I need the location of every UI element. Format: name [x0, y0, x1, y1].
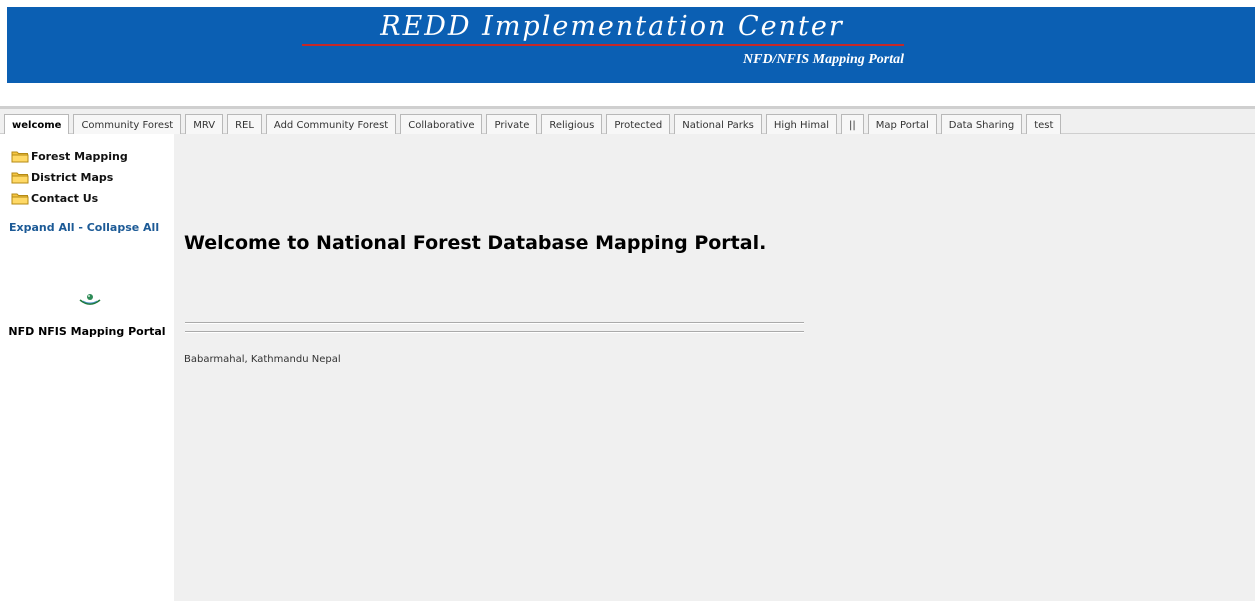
- tab-national-parks[interactable]: National Parks: [674, 114, 762, 135]
- sidebar-item-label: Contact Us: [31, 192, 99, 205]
- tab-rel[interactable]: REL: [227, 114, 262, 135]
- tab-map-portal[interactable]: Map Portal: [867, 114, 937, 135]
- collapse-all-link[interactable]: Collapse All: [87, 221, 159, 234]
- sidebar: Forest Mapping District Maps Contact Us …: [0, 134, 174, 601]
- address-text: Babarmahal, Kathmandu Nepal: [184, 354, 341, 365]
- link-separator: -: [74, 221, 87, 234]
- tab-bar: welcome Community Forest MRV REL Add Com…: [0, 106, 1255, 138]
- folder-icon: [11, 193, 29, 205]
- sidebar-caption: NFD NFIS Mapping Portal: [8, 325, 166, 338]
- tab-mrv[interactable]: MRV: [185, 114, 224, 135]
- sidebar-item-district-maps[interactable]: District Maps: [11, 169, 113, 186]
- tab-collaborative[interactable]: Collaborative: [400, 114, 483, 135]
- title-underline: [302, 44, 904, 46]
- expand-all-link[interactable]: Expand All: [9, 221, 75, 234]
- sidebar-item-label: Forest Mapping: [31, 150, 128, 163]
- tab-community-forest[interactable]: Community Forest: [73, 114, 182, 135]
- sidebar-item-label: District Maps: [31, 171, 114, 184]
- tab-protected[interactable]: Protected: [606, 114, 671, 135]
- expand-collapse-links: Expand All - Collapse All: [9, 221, 159, 234]
- header-banner: REDD Implementation Center NFD/NFIS Mapp…: [7, 7, 1255, 83]
- tab-data-sharing[interactable]: Data Sharing: [940, 114, 1023, 135]
- tab-high-himal[interactable]: High Himal: [765, 114, 837, 135]
- sidebar-item-contact-us[interactable]: Contact Us: [11, 190, 98, 207]
- main-content: Welcome to National Forest Database Mapp…: [174, 134, 1255, 601]
- site-title: REDD Implementation Center: [380, 11, 844, 42]
- tab-test[interactable]: test: [1026, 114, 1062, 135]
- tab-private[interactable]: Private: [486, 114, 538, 135]
- site-subtitle: NFD/NFIS Mapping Portal: [743, 52, 905, 67]
- folder-icon: [11, 151, 29, 163]
- divider: [185, 322, 804, 324]
- folder-icon: [11, 172, 29, 184]
- divider: [185, 331, 804, 333]
- tab-religious[interactable]: Religious: [541, 114, 603, 135]
- portal-logo-icon: [79, 294, 101, 305]
- tab-add-community-forest[interactable]: Add Community Forest: [265, 114, 397, 135]
- sidebar-item-forest-mapping[interactable]: Forest Mapping: [11, 148, 128, 165]
- welcome-heading: Welcome to National Forest Database Mapp…: [184, 232, 767, 254]
- tab-separator[interactable]: ||: [841, 114, 864, 135]
